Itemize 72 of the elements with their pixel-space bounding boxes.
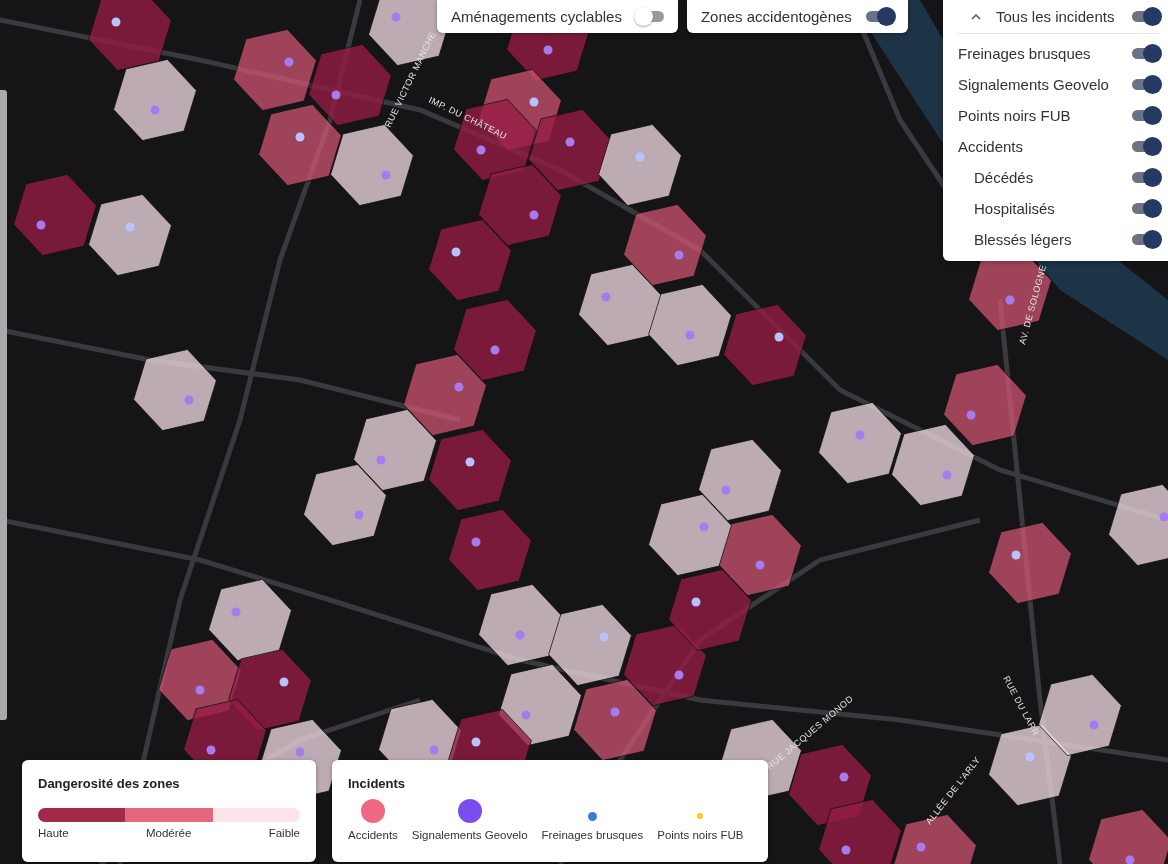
incident-dot bbox=[685, 330, 695, 340]
incident-dot bbox=[184, 395, 194, 405]
filter-label: Points noirs FUB bbox=[958, 107, 1072, 124]
legend-title: Dangerosité des zones bbox=[38, 776, 181, 791]
scale-label: Haute bbox=[38, 827, 69, 839]
incident-dot bbox=[429, 745, 439, 755]
incident-dot bbox=[599, 632, 609, 642]
incident-dot bbox=[279, 677, 289, 687]
scale-label: Faible bbox=[268, 827, 300, 839]
incident-dot bbox=[354, 510, 364, 520]
filter-label: Accidents bbox=[958, 138, 1025, 155]
incident-dot bbox=[465, 457, 475, 467]
incident-dot bbox=[1011, 550, 1021, 560]
incident-dot bbox=[755, 560, 765, 570]
toggle-label: Zones accidentogènes bbox=[700, 8, 852, 25]
incident-dot bbox=[1005, 295, 1015, 305]
incident-dot bbox=[295, 747, 305, 757]
filter-label: Freinages brusques bbox=[958, 45, 1092, 62]
incident-dot bbox=[699, 522, 709, 532]
incident-dot bbox=[206, 745, 216, 755]
incident-dot bbox=[391, 12, 401, 22]
incident-dot bbox=[1089, 720, 1099, 730]
incident-dot bbox=[284, 57, 294, 67]
incident-dot bbox=[36, 220, 46, 230]
filter-label: Tous les incidents bbox=[996, 8, 1116, 25]
incident-dot bbox=[490, 345, 500, 355]
incident-dot bbox=[331, 90, 341, 100]
toggle-label: Aménagements cyclables bbox=[451, 8, 622, 25]
legend-label: Freinages brusques bbox=[541, 829, 644, 841]
incident-dot bbox=[195, 685, 205, 695]
incident-dot bbox=[774, 332, 784, 342]
incident-dot bbox=[521, 710, 531, 720]
filter-label: Décédés bbox=[974, 169, 1035, 186]
incident-dot bbox=[916, 842, 926, 852]
incident-dot bbox=[1025, 752, 1035, 762]
incident-dot bbox=[454, 382, 464, 392]
incident-dot bbox=[674, 670, 684, 680]
legend-label: Accidents bbox=[348, 829, 398, 841]
incident-dot bbox=[471, 537, 481, 547]
incident-dot bbox=[841, 845, 851, 855]
incident-dot bbox=[231, 607, 241, 617]
incident-dot bbox=[515, 630, 525, 640]
incident-dot bbox=[855, 430, 865, 440]
incident-dot bbox=[610, 707, 620, 717]
incident-dot bbox=[543, 45, 553, 55]
scale-label: Modérée bbox=[146, 827, 192, 839]
incident-dot bbox=[565, 137, 575, 147]
incident-dot bbox=[476, 145, 486, 155]
incident-dot bbox=[381, 170, 391, 180]
incident-dot bbox=[721, 485, 731, 495]
incident-dot bbox=[150, 105, 160, 115]
filter-label: Blessés légers bbox=[974, 231, 1073, 248]
incident-dot bbox=[966, 410, 976, 420]
incident-dot bbox=[376, 455, 386, 465]
incident-dot bbox=[529, 97, 539, 107]
incident-dot bbox=[471, 737, 481, 747]
incident-dot bbox=[601, 292, 611, 302]
incident-dot bbox=[295, 132, 305, 142]
incident-dot bbox=[942, 470, 952, 480]
filter-label: Signalements Geovelo bbox=[958, 76, 1110, 93]
legend-title: Incidents bbox=[348, 776, 407, 791]
incident-dot bbox=[674, 250, 684, 260]
legend-label: Points noirs FUB bbox=[657, 829, 744, 841]
incident-dot bbox=[451, 247, 461, 257]
incident-dot bbox=[111, 17, 121, 27]
legend-label: Signalements Geovelo bbox=[411, 829, 528, 841]
incident-dot bbox=[839, 772, 849, 782]
incident-dot bbox=[691, 597, 701, 607]
incident-dot bbox=[125, 222, 135, 232]
incident-dot bbox=[635, 152, 645, 162]
incident-dot bbox=[529, 210, 539, 220]
filter-label: Hospitalisés bbox=[974, 200, 1056, 217]
